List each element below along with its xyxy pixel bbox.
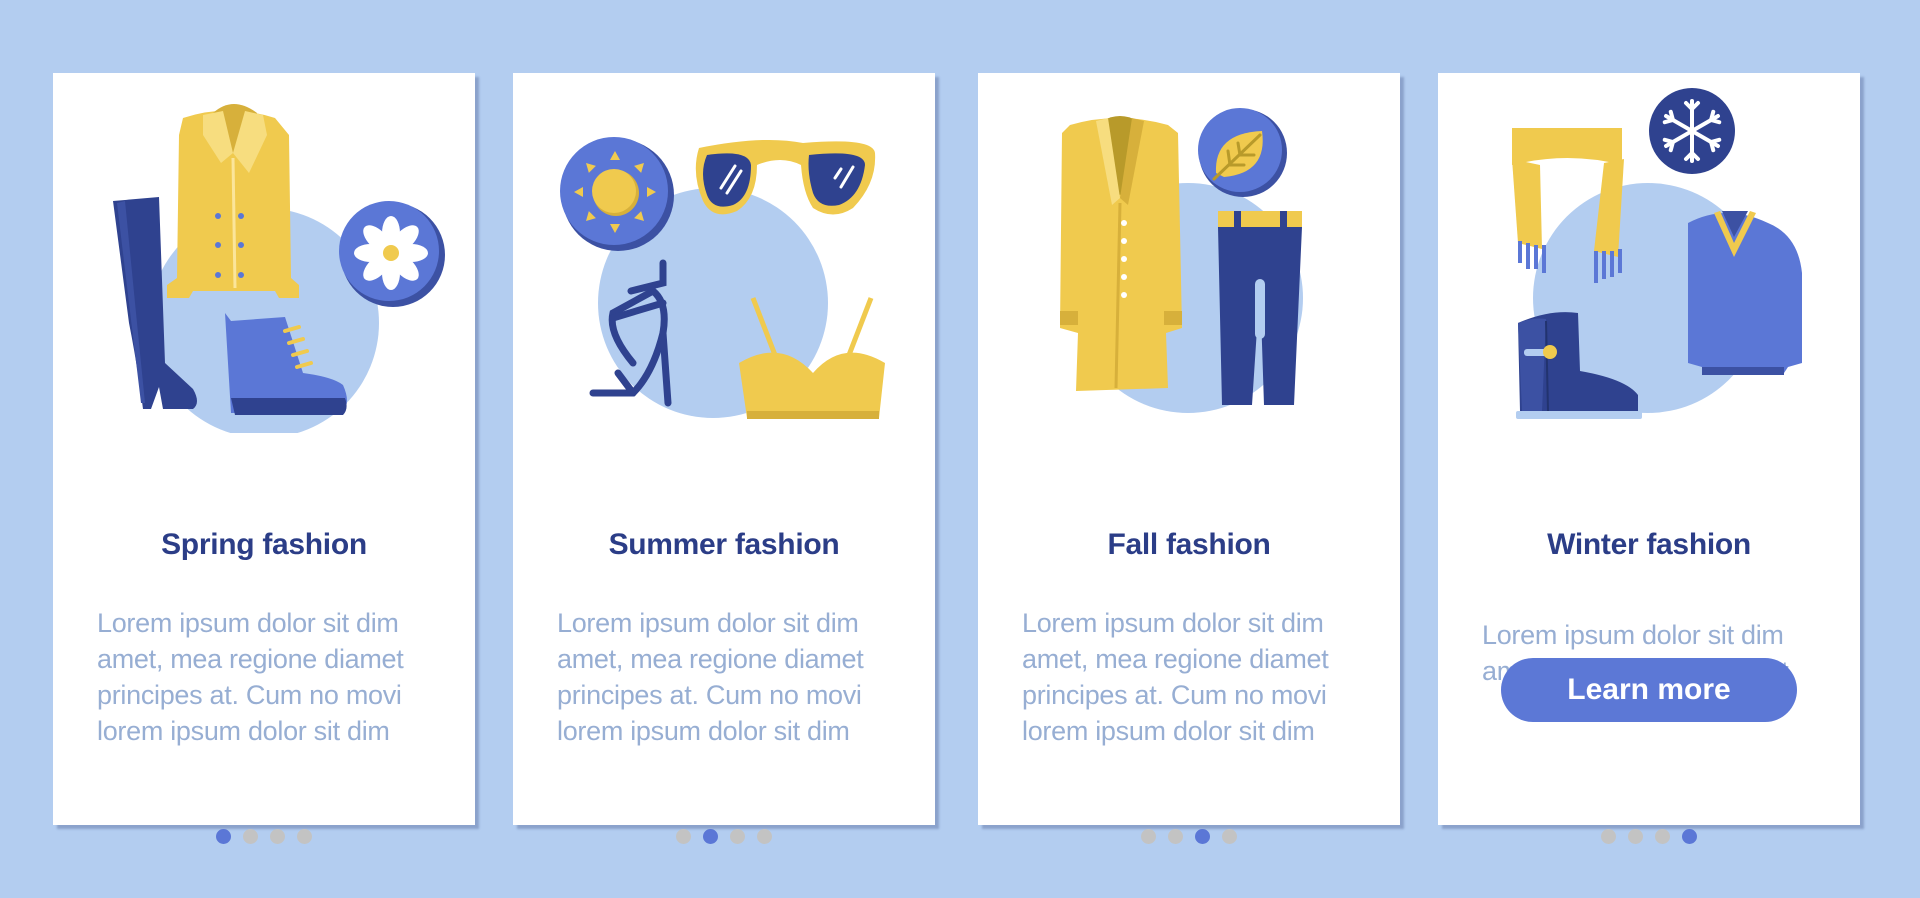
page-dot-3[interactable] [1655,829,1670,844]
trench-coat-icon [1060,116,1182,391]
description-line: lorem ipsum dolor sit dim [97,716,390,746]
description-line: amet, mea regione diamet [1022,644,1329,674]
description-line: principes at. Cum no movi [97,680,402,710]
page-dot-3[interactable] [270,829,285,844]
description-line: Lorem ipsum dolor sit dim [97,608,399,638]
page-dot-3[interactable] [730,829,745,844]
card-title: Spring fashion [161,528,367,561]
sunglasses-icon [695,139,876,215]
onboarding-card-summer: Summer fashion Lorem ipsum dolor sit dim… [513,73,935,844]
onboarding-card-spring: Spring fashion Lorem ipsum dolor sit dim… [53,73,475,844]
page-dot-4[interactable] [757,829,772,844]
page-dot-1-active[interactable] [216,829,231,844]
sun-badge-icon [560,137,674,251]
pagination-dots [1438,829,1860,844]
onboarding-card-fall: Fall fashion Lorem ipsum dolor sit dim a… [978,73,1400,844]
summer-illustration [560,137,885,419]
winter-illustration [1512,88,1802,419]
card-title: Fall fashion [1107,528,1271,561]
page-dot-4-active[interactable] [1682,829,1697,844]
description-line: amet, mea regione diamet [557,644,864,674]
page-dot-2[interactable] [243,829,258,844]
fall-illustration [1060,108,1303,413]
description-line: Lorem ipsum dolor sit dim [1022,608,1324,638]
description-line: amet, mea regione diamet [97,644,404,674]
description-line: principes at. Cum no movi [557,680,862,710]
page-dot-4[interactable] [297,829,312,844]
onboarding-card-winter: Winter fashion Lorem ipsum dolor sit dim… [1438,73,1860,844]
card-description: Lorem ipsum dolor sit dim amet, mea regi… [97,605,457,749]
description-line: lorem ipsum dolor sit dim [557,716,850,746]
page-dot-1[interactable] [1141,829,1156,844]
page-dot-1[interactable] [676,829,691,844]
pagination-dots [53,829,475,844]
pagination-dots [513,829,935,844]
snowflake-badge-icon [1649,88,1735,174]
spring-illustration [113,104,445,433]
page-dot-1[interactable] [1601,829,1616,844]
description-line: principes at. Cum no movi [1022,680,1327,710]
page-dot-3-active[interactable] [1195,829,1210,844]
page-dot-2-active[interactable] [703,829,718,844]
sweater-icon [1688,211,1802,375]
pagination-dots [978,829,1400,844]
card-description: Lorem ipsum dolor sit dim amet, mea regi… [557,605,917,749]
card-title: Summer fashion [608,528,840,561]
description-line: lorem ipsum dolor sit dim [1022,716,1315,746]
leaf-badge-icon [1198,108,1287,197]
page-dot-2[interactable] [1168,829,1183,844]
description-line: Lorem ipsum dolor sit dim [557,608,859,638]
description-line: Lorem ipsum dolor sit dim [1482,620,1784,650]
learn-more-button[interactable]: Learn more [1501,658,1797,722]
card-description: Lorem ipsum dolor sit dim amet, mea regi… [1022,605,1382,749]
pea-coat-icon [167,104,299,298]
page-dot-4[interactable] [1222,829,1237,844]
card-title: Winter fashion [1547,528,1751,561]
page-dot-2[interactable] [1628,829,1643,844]
